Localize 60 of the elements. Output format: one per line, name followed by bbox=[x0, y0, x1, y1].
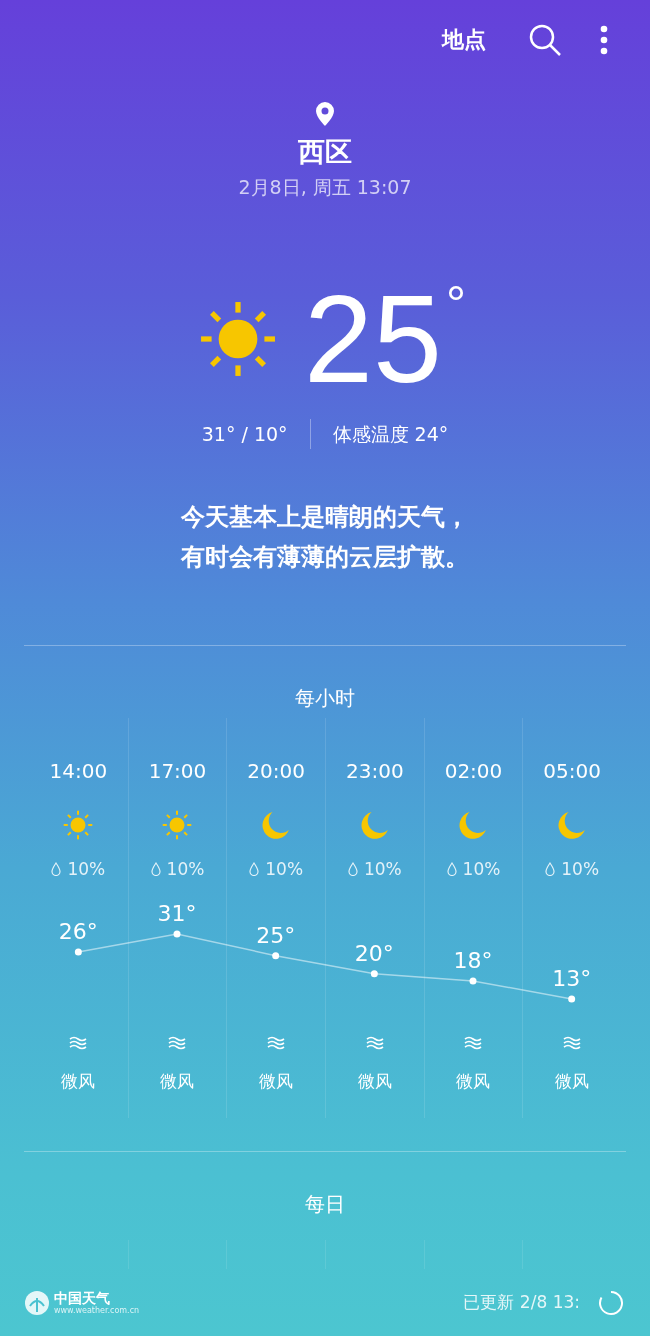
date-time: 2月8日, 周五 13:07 bbox=[238, 175, 412, 201]
hourly-heading: 每小时 bbox=[294, 685, 356, 713]
temp-label: 26° bbox=[58, 919, 98, 945]
hour-time: 17:00 bbox=[148, 758, 207, 785]
weather-description: 有时会有薄薄的云层扩散。 bbox=[181, 542, 469, 574]
temp-label: 20° bbox=[354, 941, 394, 967]
wind-label: 微风 bbox=[259, 1070, 294, 1094]
hour-time: 14:00 bbox=[49, 758, 108, 785]
temp-label: 13° bbox=[552, 966, 592, 992]
raindrop-icon bbox=[51, 862, 62, 877]
raindrop-icon bbox=[545, 862, 556, 877]
wind-label: 微风 bbox=[357, 1070, 392, 1094]
precipitation-chance: 10% bbox=[462, 858, 501, 882]
more-icon bbox=[600, 25, 608, 56]
precipitation-chance: 10% bbox=[67, 858, 106, 882]
wind-icon bbox=[267, 1036, 286, 1051]
wind-label: 微风 bbox=[160, 1070, 195, 1094]
hour-time: 02:00 bbox=[444, 758, 503, 785]
search-icon bbox=[528, 23, 562, 58]
data-point bbox=[74, 948, 82, 956]
wind-icon bbox=[464, 1036, 483, 1051]
refresh-icon bbox=[598, 1289, 624, 1316]
hour-time: 05:00 bbox=[543, 758, 601, 785]
raindrop-icon bbox=[150, 862, 161, 877]
precipitation-chance: 10% bbox=[166, 858, 205, 882]
current-temperature: 25° bbox=[304, 279, 466, 400]
raindrop-icon bbox=[347, 862, 358, 877]
hour-time: 20:00 bbox=[247, 758, 305, 785]
precipitation-chance: 10% bbox=[265, 858, 304, 882]
feels-like-temperature: 体感温度 24° bbox=[332, 422, 449, 448]
data-point bbox=[469, 977, 477, 985]
raindrop-icon bbox=[446, 862, 457, 877]
wind-label: 微风 bbox=[61, 1070, 96, 1094]
precipitation-chance: 10% bbox=[561, 858, 600, 882]
wind-icon bbox=[365, 1036, 384, 1051]
data-point bbox=[173, 930, 181, 938]
high-low-temperature: 31° / 10° bbox=[201, 422, 288, 448]
wind-label: 微风 bbox=[456, 1070, 491, 1094]
locations-button[interactable]: 地点 bbox=[434, 21, 494, 60]
wind-label: 微风 bbox=[555, 1070, 590, 1094]
temp-label: 18° bbox=[453, 948, 493, 974]
temp-label: 25° bbox=[256, 923, 296, 948]
wind-icon bbox=[168, 1036, 187, 1051]
temp-label: 31° bbox=[157, 901, 197, 927]
daily-heading: 每日 bbox=[304, 1191, 346, 1219]
data-point bbox=[568, 995, 576, 1003]
wind-icon bbox=[69, 1036, 88, 1051]
updated-time: 已更新 2/8 13: bbox=[463, 1291, 580, 1314]
raindrop-icon bbox=[249, 862, 260, 877]
logo-icon bbox=[24, 1289, 50, 1316]
data-point bbox=[272, 952, 280, 960]
provider-name: 中国天气 bbox=[54, 1289, 111, 1306]
precipitation-chance: 10% bbox=[363, 858, 402, 882]
provider-url: www.weather.com.cn bbox=[54, 1305, 140, 1316]
city-name: 西区 bbox=[298, 135, 352, 170]
weather-description: 今天基本上是晴朗的天气， bbox=[181, 502, 469, 534]
wind-icon bbox=[563, 1036, 582, 1051]
data-point bbox=[370, 970, 378, 978]
location-pin-icon bbox=[315, 102, 335, 127]
hour-time: 23:00 bbox=[346, 758, 404, 785]
